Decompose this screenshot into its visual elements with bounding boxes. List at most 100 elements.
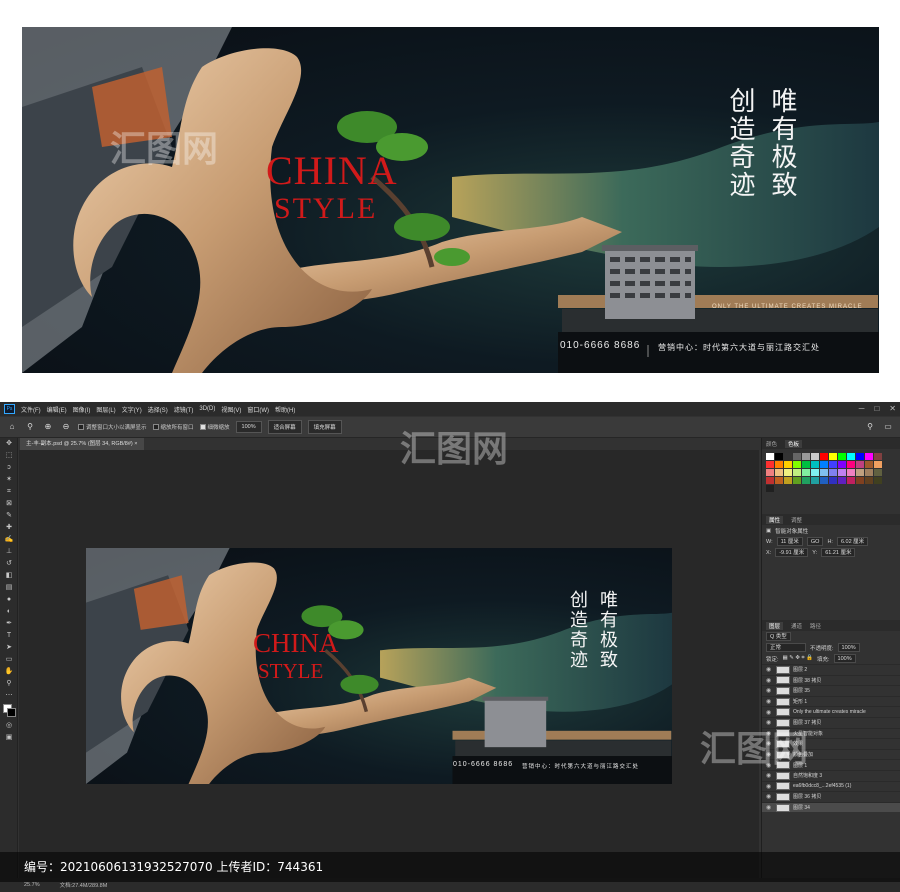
color-swatch[interactable] — [784, 461, 792, 468]
layer-row[interactable]: ◉ 图层 2 — [762, 664, 900, 675]
color-swatch[interactable] — [775, 461, 783, 468]
visibility-eye-icon[interactable]: ◉ — [766, 740, 773, 747]
menu-layer[interactable]: 图层(L) — [96, 405, 115, 414]
fit-screen-button[interactable]: 适合屏幕 — [267, 420, 302, 434]
color-swatch[interactable] — [802, 477, 810, 484]
color-swatch[interactable] — [820, 469, 828, 476]
zoom-100-button[interactable]: 100% — [235, 421, 262, 433]
color-swatch[interactable] — [811, 461, 819, 468]
zoom-all-checkbox[interactable]: 缩放所有窗口 — [152, 423, 194, 431]
color-swatch[interactable] — [874, 453, 882, 460]
color-swatch[interactable] — [802, 461, 810, 468]
visibility-eye-icon[interactable]: ◉ — [766, 804, 773, 811]
color-swatch[interactable] — [766, 453, 774, 460]
color-swatch[interactable] — [820, 453, 828, 460]
lasso-tool-icon[interactable]: ↄ — [0, 462, 18, 474]
tab-layers[interactable]: 图层 — [766, 621, 784, 630]
layer-row[interactable]: ◉ 图层 1 — [762, 759, 900, 770]
pen-tool-icon[interactable]: ✒ — [0, 618, 18, 630]
layer-row[interactable]: ◉ Only the ultimate creates miracle — [762, 706, 900, 717]
menu-view[interactable]: 视图(V) — [221, 405, 241, 414]
color-swatch[interactable] — [856, 469, 864, 476]
color-swatch[interactable] — [811, 453, 819, 460]
menu-help[interactable]: 帮助(H) — [275, 405, 295, 414]
color-swatch[interactable] — [874, 461, 882, 468]
search-icon[interactable]: ⚲ — [864, 421, 876, 433]
color-swatch[interactable] — [811, 477, 819, 484]
layer-row[interactable]: ◉ 颜色叠加 — [762, 748, 900, 760]
color-swatch[interactable] — [766, 485, 774, 492]
tab-paths[interactable]: 路径 — [810, 622, 821, 630]
layer-row[interactable]: ◉ 自然饱和度 3 — [762, 769, 900, 781]
color-swatch[interactable] — [865, 477, 873, 484]
visibility-eye-icon[interactable]: ◉ — [766, 762, 773, 769]
tab-color[interactable]: 颜色 — [766, 440, 777, 448]
color-swatch[interactable] — [784, 477, 792, 484]
color-swatch[interactable] — [766, 469, 774, 476]
minimize-icon[interactable]: ─ — [859, 404, 865, 413]
color-swatch[interactable] — [793, 453, 801, 460]
color-swatch[interactable] — [820, 461, 828, 468]
blend-mode-select[interactable]: 正常 — [766, 643, 806, 652]
layer-row[interactable]: ◉ 矩形 1 — [762, 695, 900, 707]
visibility-eye-icon[interactable]: ◉ — [766, 687, 773, 694]
shape-tool-icon[interactable]: ▭ — [0, 654, 18, 666]
menu-window[interactable]: 窗口(W) — [247, 405, 269, 414]
marquee-tool-icon[interactable]: ⬚ — [0, 450, 18, 462]
width-field[interactable]: 11 厘米 — [776, 537, 803, 546]
document-canvas[interactable]: CHINA STYLE 唯有极致 创造奇迹 010-6666 8686 营销中心… — [86, 548, 672, 784]
color-swatch[interactable] — [784, 469, 792, 476]
color-swatch[interactable] — [847, 469, 855, 476]
layer-row[interactable]: ◉ 火星智能对象 — [762, 727, 900, 739]
zoom-tool-icon[interactable]: ⚲ — [0, 678, 18, 690]
tab-properties[interactable]: 属性 — [766, 515, 784, 524]
blur-tool-icon[interactable]: ● — [0, 594, 18, 606]
color-swatch[interactable] — [856, 453, 864, 460]
menu-type[interactable]: 文字(Y) — [122, 405, 142, 414]
visibility-eye-icon[interactable]: ◉ — [766, 730, 773, 737]
layer-row[interactable]: ◉ 图层 38 拷贝 — [762, 674, 900, 686]
history-brush-tool-icon[interactable]: ↺ — [0, 558, 18, 570]
color-swatch[interactable] — [874, 469, 882, 476]
zoom-out-icon[interactable]: ⊖ — [60, 421, 72, 433]
lock-icons[interactable]: ▦ ✎ ✥ ⌗ 🔒 — [783, 655, 813, 662]
color-swatch[interactable] — [865, 469, 873, 476]
color-swatch[interactable] — [856, 461, 864, 468]
scrubby-zoom-checkbox[interactable]: 细微缩放 — [199, 423, 230, 431]
visibility-eye-icon[interactable]: ◉ — [766, 793, 773, 800]
color-swatch[interactable] — [829, 477, 837, 484]
dodge-tool-icon[interactable]: ◐ — [0, 606, 18, 618]
crop-tool-icon[interactable]: ⌗ — [0, 486, 18, 498]
zoom-in-icon[interactable]: ⊕ — [42, 421, 54, 433]
layer-row[interactable]: ◉ 效果 — [762, 738, 900, 749]
fill-screen-button[interactable]: 填充屏幕 — [307, 420, 342, 434]
gradient-tool-icon[interactable]: ▤ — [0, 582, 18, 594]
height-field[interactable]: 6.02 厘米 — [836, 537, 869, 546]
color-swatch[interactable] — [838, 453, 846, 460]
color-swatch[interactable] — [829, 453, 837, 460]
document-tab[interactable]: 主-丰-副本.psd @ 25.7% (图层 34, RGB/8#) × — [20, 438, 144, 450]
color-swatch[interactable] — [829, 469, 837, 476]
workspace-icon[interactable]: ▭ — [882, 421, 894, 433]
layer-row[interactable]: ◉ 图层 35 — [762, 685, 900, 696]
tab-adjustments[interactable]: 调整 — [791, 516, 802, 524]
visibility-eye-icon[interactable]: ◉ — [766, 719, 773, 726]
color-swatch[interactable] — [838, 477, 846, 484]
tab-swatches[interactable]: 色板 — [785, 439, 803, 448]
swatches-grid[interactable] — [762, 449, 900, 492]
color-swatch[interactable] — [856, 477, 864, 484]
quick-mask-icon[interactable]: ◎ — [0, 720, 18, 732]
y-field[interactable]: 61.21 厘米 — [821, 548, 856, 557]
color-swatch[interactable] — [838, 461, 846, 468]
eyedropper-tool-icon[interactable]: ✎ — [0, 510, 18, 522]
color-swatch-icon[interactable] — [0, 702, 18, 720]
color-swatch[interactable] — [811, 469, 819, 476]
tab-channels[interactable]: 通道 — [791, 622, 802, 630]
color-swatch[interactable] — [766, 477, 774, 484]
visibility-eye-icon[interactable]: ◉ — [766, 783, 773, 790]
layer-row[interactable]: ◉ ea6fb0dcc8_...2ef4535 (1) — [762, 780, 900, 792]
visibility-eye-icon[interactable]: ◉ — [766, 677, 773, 684]
color-swatch[interactable] — [775, 469, 783, 476]
fill-field[interactable]: 100% — [833, 654, 856, 663]
color-swatch[interactable] — [802, 453, 810, 460]
